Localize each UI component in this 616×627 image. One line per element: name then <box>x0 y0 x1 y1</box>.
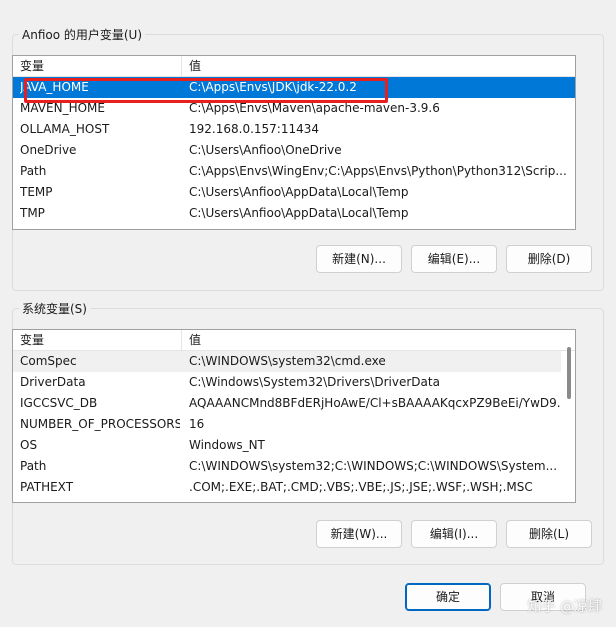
user-new-button[interactable]: 新建(N)... <box>316 245 402 273</box>
variable-name: PATHEXT <box>20 480 74 494</box>
column-header-variable[interactable]: 变量 <box>13 56 182 77</box>
user-edit-button[interactable]: 编辑(E)... <box>411 245 497 273</box>
variable-value: 16 <box>189 417 205 431</box>
list-row[interactable]: MAVEN_HOME C:\Apps\Envs\Maven\apache-mave… <box>13 98 575 119</box>
list-row[interactable]: TEMP C:\Users\Anfioo\AppData\Local\Temp <box>13 182 575 203</box>
list-row[interactable]: ComSpec C:\WINDOWS\system32\cmd.exe <box>13 351 575 372</box>
variable-name: OneDrive <box>20 143 77 157</box>
list-row[interactable]: Path C:\Apps\Envs\WingEnv;C:\Apps\Envs\Py… <box>13 161 575 182</box>
variable-value: C:\Users\Anfioo\AppData\Local\Temp <box>189 185 409 199</box>
variable-name: NUMBER_OF_PROCESSORS <box>20 417 180 431</box>
list-row[interactable]: NUMBER_OF_PROCESSORS 16 <box>13 414 575 435</box>
variable-value: C:\Apps\Envs\Maven\apache-maven-3.9.6 <box>189 101 440 115</box>
list-header: 变量 值 <box>13 330 575 351</box>
variable-name: ComSpec <box>20 354 77 368</box>
variable-value: C:\WINDOWS\system32;C:\WINDOWS;C:\WINDOW… <box>189 459 558 473</box>
vertical-scrollbar[interactable] <box>561 347 575 502</box>
variable-name: Path <box>20 459 47 473</box>
list-header: 变量 值 <box>13 56 575 77</box>
ok-button[interactable]: 确定 <box>405 583 491 611</box>
variable-value: C:\Apps\Envs\WingEnv;C:\Apps\Envs\Python… <box>189 164 567 178</box>
variable-value: .COM;.EXE;.BAT;.CMD;.VBS;.VBE;.JS;.JSE;.… <box>189 480 533 494</box>
variable-value: Windows_NT <box>189 438 265 452</box>
column-header-variable[interactable]: 变量 <box>13 330 182 351</box>
variable-name: IGCCSVC_DB <box>20 396 98 410</box>
list-row[interactable]: OS Windows_NT <box>13 435 575 456</box>
variable-name: DriverData <box>20 375 86 389</box>
column-header-value[interactable]: 值 <box>182 56 575 77</box>
variable-value: C:\Users\Anfioo\AppData\Local\Temp <box>189 206 409 220</box>
list-row[interactable]: TMP C:\Users\Anfioo\AppData\Local\Temp <box>13 203 575 224</box>
list-row[interactable]: DriverData C:\Windows\System32\Drivers\Dr… <box>13 372 575 393</box>
list-row[interactable]: OneDrive C:\Users\Anfioo\OneDrive <box>13 140 575 161</box>
system-variables-title: 系统变量(S) <box>19 300 90 317</box>
variable-value: C:\Windows\System32\Drivers\DriverData <box>189 375 440 389</box>
variable-value: C:\Apps\Envs\JDK\jdk-22.0.2 <box>189 80 357 94</box>
user-delete-button[interactable]: 删除(D) <box>506 245 592 273</box>
list-row[interactable]: JAVA_HOME C:\Apps\Envs\JDK\jdk-22.0.2 <box>13 77 575 98</box>
variable-name: OLLAMA_HOST <box>20 122 110 136</box>
variable-name: Path <box>20 164 47 178</box>
variable-name: TMP <box>20 206 45 220</box>
user-variables-list[interactable]: 变量 值 JAVA_HOME C:\Apps\Envs\JDK\jdk-22.0.… <box>12 55 576 230</box>
variable-name: OS <box>20 438 38 452</box>
variable-value: C:\Users\Anfioo\OneDrive <box>189 143 342 157</box>
variable-value: 192.168.0.157:11434 <box>189 122 320 136</box>
variable-name: TEMP <box>20 185 53 199</box>
system-delete-button[interactable]: 删除(L) <box>506 520 592 548</box>
system-variables-list[interactable]: 变量 值 ComSpec C:\WINDOWS\system32\cmd.exe D… <box>12 329 576 503</box>
user-variables-title: Anfioo 的用户变量(U) <box>19 26 146 43</box>
variable-value: AQAAANCMnd8BFdERjHoAwE/Cl+sBAAAAKqcxPZ9B… <box>189 396 569 410</box>
variable-name: JAVA_HOME <box>20 80 89 94</box>
scrollbar-thumb[interactable] <box>567 347 571 399</box>
list-row[interactable]: PATHEXT .COM;.EXE;.BAT;.CMD;.VBS;.VBE;.JS… <box>13 477 575 498</box>
list-row[interactable]: OLLAMA_HOST 192.168.0.157:11434 <box>13 119 575 140</box>
list-row[interactable]: IGCCSVC_DB AQAAANCMnd8BFdERjHoAwE/Cl+sBAA… <box>13 393 575 414</box>
watermark-text: 知乎 @凉肆 <box>527 599 602 615</box>
system-new-button[interactable]: 新建(W)... <box>316 520 402 548</box>
column-header-value[interactable]: 值 <box>182 330 575 351</box>
system-edit-button[interactable]: 编辑(I)... <box>411 520 497 548</box>
variable-name: MAVEN_HOME <box>20 101 105 115</box>
variable-value: C:\WINDOWS\system32\cmd.exe <box>189 354 386 368</box>
list-row[interactable]: Path C:\WINDOWS\system32;C:\WINDOWS;C:\WI… <box>13 456 575 477</box>
